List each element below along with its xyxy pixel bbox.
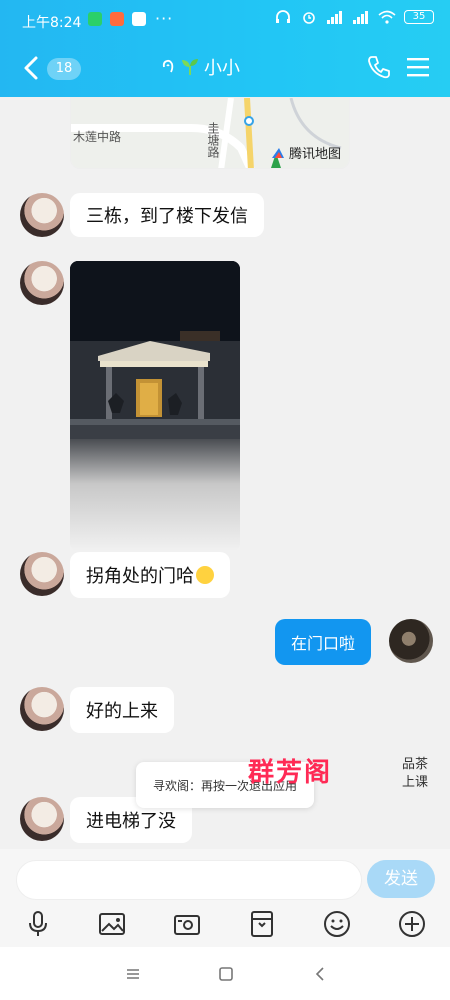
composer-toolbar bbox=[0, 909, 450, 943]
nav-back-icon[interactable] bbox=[310, 964, 330, 984]
watermark-logo: 群芳阁 bbox=[248, 752, 332, 789]
map-provider-label: 腾讯地图 bbox=[288, 147, 341, 162]
status-right-icons: 35 bbox=[274, 10, 434, 24]
photo-content bbox=[70, 261, 240, 551]
file-icon[interactable] bbox=[247, 909, 277, 939]
back-icon[interactable] bbox=[20, 54, 44, 82]
contact-avatar[interactable] bbox=[20, 797, 64, 841]
my-message-bubble[interactable]: 在门口啦 bbox=[275, 619, 372, 665]
composer: 发送 bbox=[0, 849, 450, 947]
map-street-label: 木莲中路 bbox=[73, 130, 122, 144]
headset-icon bbox=[276, 10, 290, 23]
message-input[interactable] bbox=[16, 860, 362, 900]
emoji-icon[interactable] bbox=[322, 909, 352, 939]
status-bar: 上午8:24 ··· 35 bbox=[0, 0, 450, 40]
home-icon[interactable] bbox=[216, 964, 236, 984]
contact-avatar[interactable] bbox=[20, 193, 64, 237]
phone-icon[interactable] bbox=[366, 54, 392, 80]
signal-hd-icon bbox=[353, 11, 368, 24]
message-text: 好的上来 bbox=[86, 701, 158, 722]
microphone-icon[interactable] bbox=[23, 909, 53, 939]
signal-icon bbox=[327, 11, 342, 24]
my-avatar[interactable] bbox=[389, 619, 433, 663]
chat-message-list[interactable]: 木莲中路 圭塘路 腾讯地图 三栋，到了楼下发信 拐角处的门哈 在门口啦 好的上来… bbox=[0, 97, 450, 849]
message-bubble[interactable]: 好的上来 bbox=[70, 687, 174, 733]
sprout-icon bbox=[182, 59, 198, 75]
watermark-name: 群芳阁 bbox=[248, 758, 333, 788]
contact-avatar[interactable] bbox=[20, 261, 64, 305]
unread-count-badge[interactable]: 18 bbox=[47, 58, 81, 80]
map-provider: 腾讯地图 bbox=[271, 143, 341, 162]
message-text: 拐角处的门哈 bbox=[86, 566, 194, 587]
battery-indicator: 35 bbox=[404, 10, 434, 24]
wifi-icon bbox=[378, 10, 396, 24]
message-text: 在门口啦 bbox=[291, 634, 356, 653]
hug-emoji-icon bbox=[196, 566, 214, 584]
message-bubble[interactable]: 三栋，到了楼下发信 bbox=[70, 193, 264, 237]
app-notification-icon bbox=[110, 12, 124, 26]
contact-title[interactable]: 小小 bbox=[160, 54, 240, 80]
system-nav-bar bbox=[0, 947, 450, 1000]
watermark-subtitle-line: 上课 bbox=[402, 775, 429, 790]
contact-avatar[interactable] bbox=[20, 552, 64, 596]
watermark-subtitle: 品茶 上课 bbox=[402, 756, 428, 792]
plus-icon[interactable] bbox=[397, 909, 427, 939]
ear-icon bbox=[162, 59, 174, 73]
contact-avatar[interactable] bbox=[20, 687, 64, 731]
top-bar: 上午8:24 ··· 35 18 小小 bbox=[0, 0, 450, 97]
status-more-indicator: ··· bbox=[155, 9, 174, 28]
status-time: 上午8:24 bbox=[22, 15, 82, 31]
location-map-card[interactable]: 木莲中路 圭塘路 腾讯地图 bbox=[70, 97, 350, 169]
map-street-label: 圭塘路 bbox=[206, 122, 220, 158]
message-text: 三栋，到了楼下发信 bbox=[86, 206, 248, 227]
alarm-icon bbox=[303, 12, 315, 24]
menu-icon[interactable] bbox=[406, 56, 430, 78]
message-text: 进电梯了没 bbox=[86, 811, 176, 832]
tencent-map-logo-icon bbox=[271, 147, 284, 158]
camera-icon[interactable] bbox=[172, 909, 202, 939]
app-notification-icon bbox=[132, 12, 146, 26]
image-icon[interactable] bbox=[97, 909, 127, 939]
send-button[interactable]: 发送 bbox=[367, 860, 435, 898]
contact-name: 小小 bbox=[204, 58, 240, 79]
message-image[interactable] bbox=[70, 261, 240, 551]
watermark-subtitle-line: 品茶 bbox=[402, 757, 429, 772]
app-notification-icon bbox=[88, 12, 102, 26]
status-app-icons bbox=[88, 12, 146, 26]
chat-header: 18 小小 bbox=[0, 40, 450, 97]
recents-menu-icon[interactable] bbox=[123, 964, 143, 984]
message-bubble[interactable]: 拐角处的门哈 bbox=[70, 552, 230, 598]
